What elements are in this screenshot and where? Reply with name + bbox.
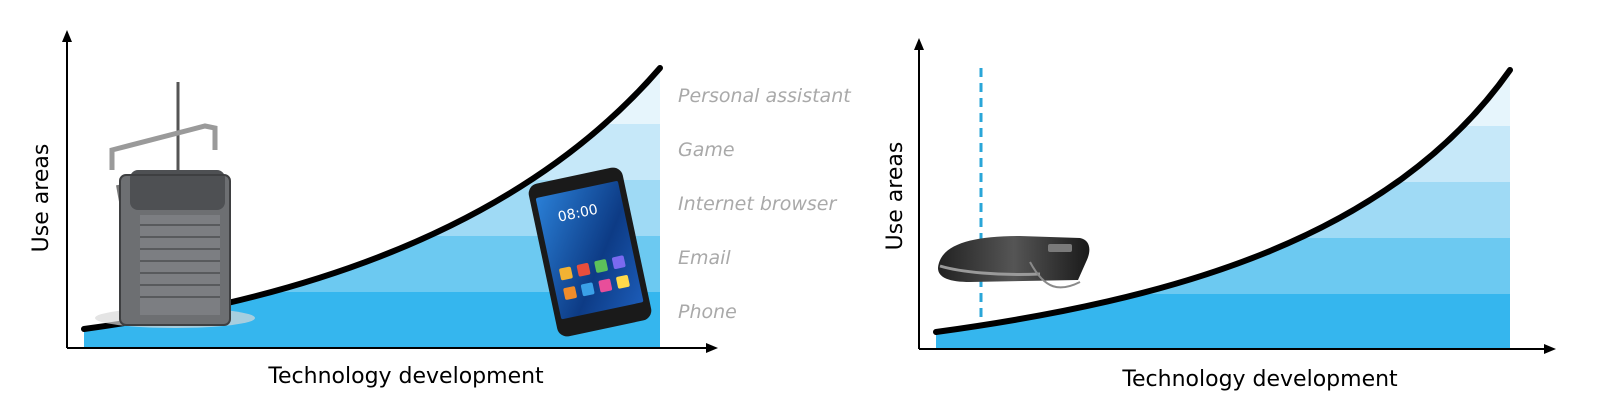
- left-diagram-canvas: 08:00 Phone Email Internet browser Game …: [29, 30, 852, 389]
- right-diagram-canvas: Technology development Use areas: [883, 38, 1556, 392]
- right-diagram: Technology development Use areas: [880, 0, 1614, 419]
- right-band-3: [936, 182, 1510, 238]
- band-label-internet-browser: Internet browser: [678, 193, 837, 215]
- right-x-axis-arrow: [1544, 344, 1556, 354]
- y-axis-label: Use areas: [29, 144, 54, 253]
- left-diagram: 08:00 Phone Email Internet browser Game …: [0, 0, 880, 419]
- band-label-phone: Phone: [678, 301, 737, 323]
- band-label-email: Email: [678, 247, 731, 269]
- band-personal-assistant: [84, 68, 660, 124]
- right-x-axis-label: Technology development: [1121, 367, 1398, 392]
- band-label-personal-assistant: Personal assistant: [678, 85, 852, 107]
- right-y-axis-arrow: [914, 38, 924, 50]
- vintage-radio-phone-image: [95, 82, 255, 328]
- mixed-reality-headset-image: [938, 236, 1090, 289]
- x-axis-arrow: [706, 343, 718, 353]
- band-label-game: Game: [678, 139, 735, 161]
- right-y-axis-label: Use areas: [883, 142, 908, 251]
- right-bands: [936, 70, 1510, 349]
- right-band-5: [936, 70, 1510, 126]
- right-band-4: [936, 126, 1510, 182]
- x-axis-label: Technology development: [267, 364, 544, 389]
- y-axis-arrow: [62, 30, 72, 42]
